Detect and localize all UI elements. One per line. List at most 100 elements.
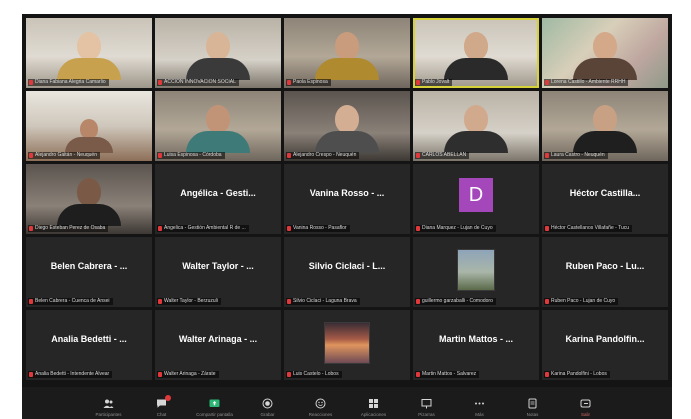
participant-tile[interactable]: CARLOS ABELLAN — [413, 91, 539, 161]
name-label: Diego Esteban Perez de Osaba — [28, 225, 109, 232]
mic-muted-icon — [287, 226, 291, 231]
leave-button[interactable]: Salir — [567, 398, 605, 417]
name-label: Vanina Rosso - Pasaflor — [286, 225, 350, 232]
meeting-toolbar: Participantes Chat Compartir pantalla Gr… — [22, 387, 672, 419]
reactions-label: Reacciones — [308, 412, 333, 417]
participant-display-name: Ruben Paco - Lu... — [565, 261, 645, 271]
zoom-window: Diana Fabiana Alegria Camarlio ACCION IN… — [22, 14, 672, 419]
participant-name: Walter Arinaga - Zárate — [164, 371, 216, 377]
more-button[interactable]: Más — [461, 398, 499, 417]
participant-tile-active-speaker[interactable]: Pablo Jovalt — [413, 18, 539, 88]
participant-video — [57, 32, 121, 80]
participant-tile[interactable]: Walter Arinaga - ... Walter Arinaga - Zá… — [155, 310, 281, 380]
participant-tile[interactable]: Karina Pandolfin... Karina Pandolfini - … — [542, 310, 668, 380]
participant-name: Diana Marquez - Lujan de Cuyo — [422, 225, 493, 231]
participant-tile[interactable]: Alejandro Gaitán - Neuquén — [26, 91, 152, 161]
participant-tile[interactable]: Ruben Paco - Lu... Ruben Paco - Lujan de… — [542, 237, 668, 307]
mic-muted-icon — [158, 80, 162, 85]
participant-tile[interactable]: Lorena Castillo - Ambiente RRHH — [542, 18, 668, 88]
leave-icon — [580, 398, 591, 409]
participants-button[interactable]: Participantes — [90, 398, 128, 417]
participant-name: CARLOS ABELLAN — [422, 152, 467, 158]
participant-tile[interactable]: Laura Castro - Neuquén — [542, 91, 668, 161]
participant-tile[interactable]: Walter Taylor - ... Walter Taylor - Berz… — [155, 237, 281, 307]
mic-muted-icon — [287, 80, 291, 85]
participant-name: Héctor Castellanos Villafañe - Tucu — [551, 225, 630, 231]
participant-tile[interactable]: Diego Esteban Perez de Osaba — [26, 164, 152, 234]
participant-tile[interactable]: Vanina Rosso - ... Vanina Rosso - Pasafl… — [284, 164, 410, 234]
participant-display-name: Walter Taylor - ... — [182, 261, 254, 271]
participant-tile[interactable]: Alejandro Crespo - Neuquén — [284, 91, 410, 161]
mic-muted-icon — [416, 372, 420, 377]
participant-tile[interactable]: Paola Espinosa — [284, 18, 410, 88]
notes-label: Notas — [526, 412, 539, 417]
name-label: Karina Pandolfini - Lobos — [544, 371, 610, 378]
name-label: Alejandro Crespo - Neuquén — [286, 152, 360, 159]
participant-name: Walter Taylor - Berzuzuli — [164, 298, 218, 304]
participant-name: Laura Castro - Neuquén — [551, 152, 605, 158]
participant-name: Diana Fabiana Alegria Camarlio — [35, 79, 106, 85]
participant-tile[interactable]: Luis Castelo - Lobos — [284, 310, 410, 380]
participant-tile[interactable]: Angélica - Gesti... Angelica - Gestión A… — [155, 164, 281, 234]
participant-video — [573, 105, 637, 153]
participant-video — [57, 178, 121, 226]
participant-tile[interactable]: Luisa Espinosa - Córdoba — [155, 91, 281, 161]
participants-icon — [103, 398, 114, 409]
name-label: Luisa Espinosa - Córdoba — [157, 152, 225, 159]
participant-name: Belen Cabrera - Cuenca de Ansei — [35, 298, 110, 304]
chat-icon — [156, 395, 171, 409]
name-label: Diana Marquez - Lujan de Cuyo — [415, 225, 496, 232]
participant-tile[interactable]: Belen Cabrera - ... Belen Cabrera - Cuen… — [26, 237, 152, 307]
mic-muted-icon — [29, 153, 33, 158]
apps-button[interactable]: Aplicaciones — [355, 398, 393, 417]
participant-display-name: Walter Arinaga - ... — [178, 334, 258, 344]
participant-name: Lorena Castillo - Ambiente RRHH — [551, 79, 626, 85]
share-screen-label: Compartir pantalla — [196, 412, 233, 417]
participant-tile[interactable]: D Diana Marquez - Lujan de Cuyo — [413, 164, 539, 234]
chat-label: Chat — [156, 412, 167, 417]
participant-name: guillermo garzaballi - Comodoro — [422, 298, 493, 304]
mic-muted-icon — [287, 153, 291, 158]
name-label: CARLOS ABELLAN — [415, 152, 470, 159]
mic-muted-icon — [545, 80, 549, 85]
participant-tile[interactable]: Diana Fabiana Alegria Camarlio — [26, 18, 152, 88]
share-screen-button[interactable]: Compartir pantalla — [196, 398, 234, 417]
participant-tile[interactable]: Martin Mattos - ... Martin Mattos - Salv… — [413, 310, 539, 380]
chat-button[interactable]: Chat — [143, 395, 181, 417]
name-label: Martin Mattos - Salvarez — [415, 371, 480, 378]
more-label: Más — [475, 412, 484, 417]
notes-icon — [527, 398, 538, 409]
reactions-button[interactable]: Reacciones — [302, 398, 340, 417]
name-label: Paola Espinosa — [286, 79, 331, 86]
apps-label: Aplicaciones — [360, 412, 387, 417]
mic-muted-icon — [416, 226, 420, 231]
participant-tile[interactable]: ACCION INNOVACION SOCIAL — [155, 18, 281, 88]
record-button[interactable]: Grabar — [249, 398, 287, 417]
participant-display-name: Belen Cabrera - ... — [50, 261, 128, 271]
whiteboard-button[interactable]: Pizarras — [408, 398, 446, 417]
record-icon — [262, 398, 273, 409]
name-label: Belen Cabrera - Cuenca de Ansei — [28, 298, 113, 305]
participant-name: Diego Esteban Perez de Osaba — [35, 225, 106, 231]
name-label: Walter Arinaga - Zárate — [157, 371, 219, 378]
mic-muted-icon — [545, 372, 549, 377]
participant-tile[interactable]: Héctor Castilla... Héctor Castellanos Vi… — [542, 164, 668, 234]
participant-tile[interactable]: guillermo garzaballi - Comodoro — [413, 237, 539, 307]
mic-muted-icon — [545, 226, 549, 231]
name-label: ACCION INNOVACION SOCIAL — [157, 79, 239, 86]
participant-tile[interactable]: Analia Bedetti - ... Analia Bedetti - In… — [26, 310, 152, 380]
participants-label: Participantes — [95, 412, 122, 417]
participant-name: Ruben Paco - Lujan de Cuyo — [551, 298, 616, 304]
mic-muted-icon — [545, 153, 549, 158]
participant-display-name: Angélica - Gesti... — [180, 188, 256, 198]
notes-button[interactable]: Notas — [514, 398, 552, 417]
profile-picture — [457, 249, 495, 291]
participant-name: Alejandro Gaitán - Neuquén — [35, 152, 97, 158]
avatar: D — [459, 178, 493, 212]
mic-muted-icon — [416, 80, 420, 85]
reactions-icon — [315, 398, 326, 409]
participant-name: Karina Pandolfini - Lobos — [551, 371, 607, 377]
participant-tile[interactable]: Silvio Ciclaci - L... Silvio Ciclaci - L… — [284, 237, 410, 307]
record-label: Grabar — [260, 412, 275, 417]
profile-picture — [324, 322, 370, 364]
